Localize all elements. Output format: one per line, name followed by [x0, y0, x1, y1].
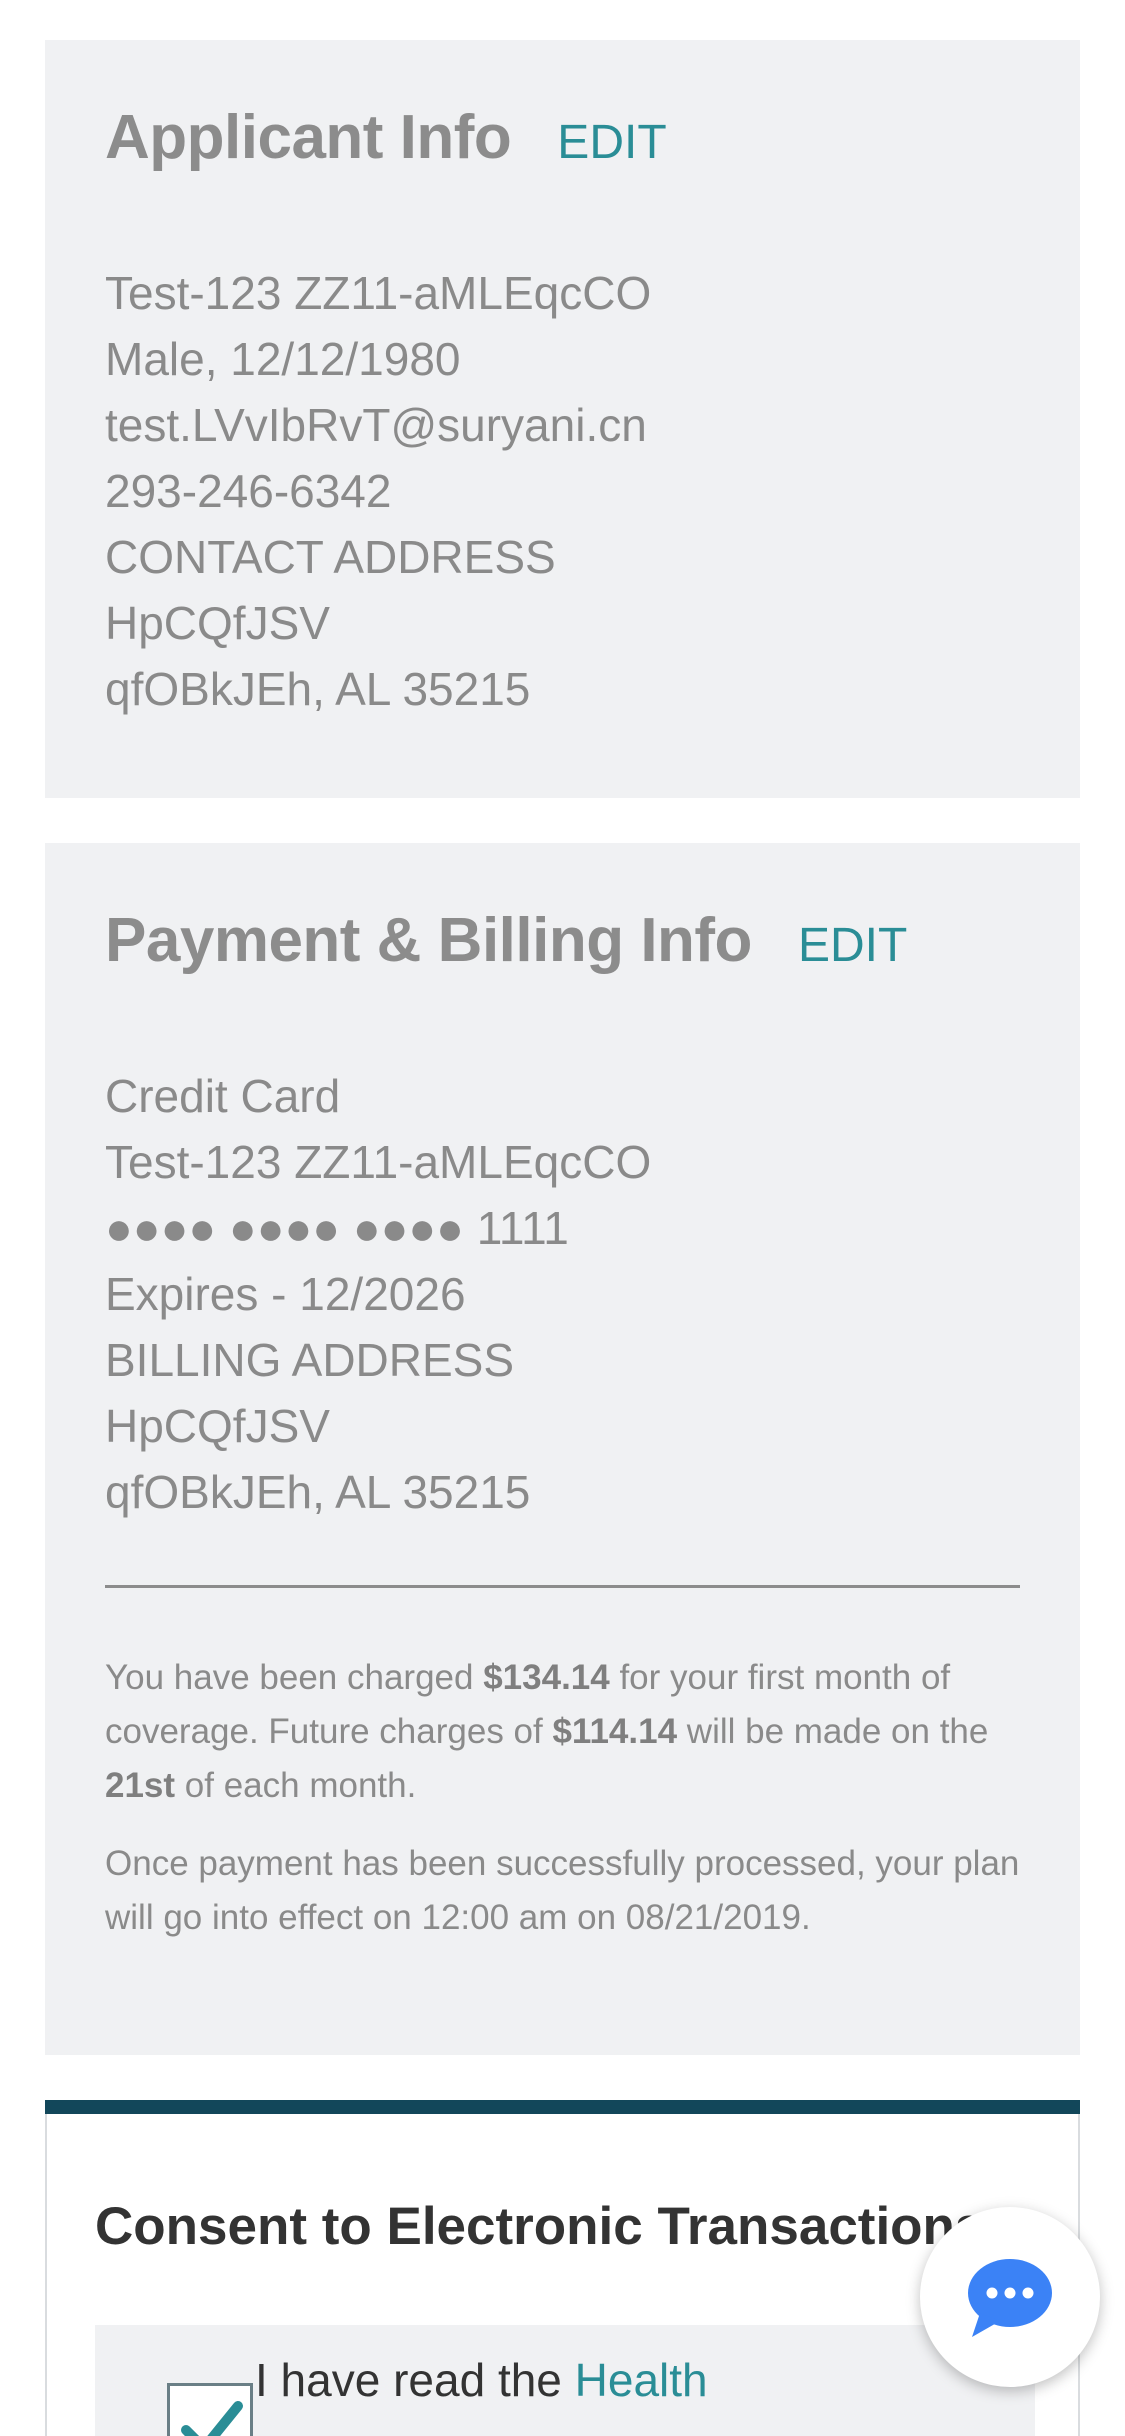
review-page: Applicant Info EDIT Test-123 ZZ11-aMLEqc… — [0, 0, 1125, 2436]
payment-billing-title: Payment & Billing Info — [105, 906, 752, 975]
future-charge-amount: $114.14 — [552, 1712, 678, 1751]
applicant-gender-dob: Male, 12/12/1980 — [105, 333, 461, 385]
section-divider — [105, 1585, 1020, 1588]
card-number-masked: ●●●● ●●●● ●●●● 1111 — [105, 1202, 569, 1254]
applicant-phone: 293-246-6342 — [105, 465, 392, 517]
applicant-email: test.LVvIbRvT@suryani.cn — [105, 399, 647, 451]
effective-date-notice: Once payment has been successfully proce… — [105, 1844, 1020, 1937]
contact-address-city: qfOBkJEh, AL 35215 — [105, 663, 531, 715]
billing-address-city: qfOBkJEh, AL 35215 — [105, 1466, 531, 1518]
payment-billing-card: Payment & Billing Info EDIT Credit Card … — [45, 843, 1080, 2055]
first-charge-amount: $134.14 — [483, 1658, 610, 1697]
card-expiry: Expires - 12/2026 — [105, 1268, 466, 1320]
charge-notice-text-1: You have been charged — [105, 1658, 484, 1697]
checkmark-icon — [181, 2401, 243, 2436]
contact-address-label: CONTACT ADDRESS — [105, 531, 556, 583]
consent-text-prefix: I have read the — [255, 2354, 575, 2406]
applicant-info-title: Applicant Info — [105, 103, 512, 172]
applicant-details: Test-123 ZZ11-aMLEqcCO Male, 12/12/1980 … — [105, 260, 651, 722]
health-link[interactable]: Health — [575, 2354, 708, 2406]
contact-address-street: HpCQfJSV — [105, 597, 330, 649]
chat-button[interactable] — [920, 2207, 1100, 2387]
charge-notice-text-4: of each month. — [175, 1766, 417, 1805]
payment-details: Credit Card Test-123 ZZ11-aMLEqcCO ●●●● … — [105, 1063, 651, 1525]
applicant-info-card: Applicant Info EDIT Test-123 ZZ11-aMLEqc… — [45, 40, 1080, 798]
applicant-info-header: Applicant Info EDIT — [105, 102, 667, 173]
payment-edit-button[interactable]: EDIT — [798, 918, 907, 973]
consent-checkbox[interactable] — [167, 2383, 253, 2436]
billing-address-street: HpCQfJSV — [105, 1400, 330, 1452]
cardholder-name: Test-123 ZZ11-aMLEqcCO — [105, 1136, 652, 1188]
consent-accent-bar — [45, 2100, 1080, 2114]
applicant-edit-button[interactable]: EDIT — [557, 115, 666, 170]
consent-checkbox-row: I have read the Health — [95, 2325, 1035, 2436]
consent-title: Consent to Electronic Transactions — [95, 2197, 985, 2256]
payment-billing-header: Payment & Billing Info EDIT — [105, 905, 907, 976]
applicant-name: Test-123 ZZ11-aMLEqcCO — [105, 267, 652, 319]
chat-bubble-icon — [968, 2259, 1052, 2337]
billing-address-label: BILLING ADDRESS — [105, 1334, 515, 1386]
charge-notice-text-3: will be made on the — [677, 1712, 989, 1751]
consent-statement: I have read the Health — [255, 2353, 708, 2407]
payment-method: Credit Card — [105, 1070, 341, 1122]
charge-day: 21st — [105, 1766, 176, 1805]
charge-notice: You have been charged $134.14 for your f… — [105, 1651, 1025, 1813]
